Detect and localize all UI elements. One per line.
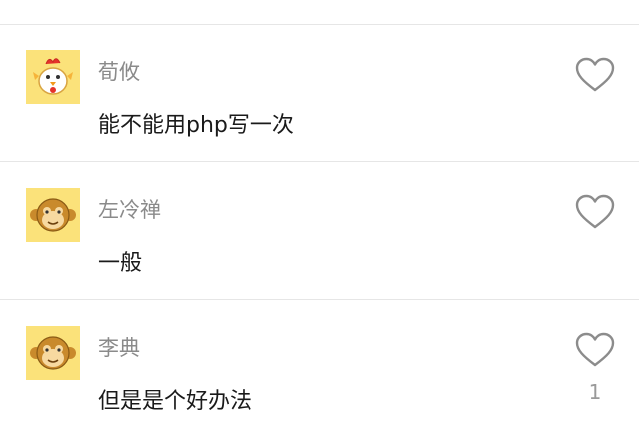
comment-username[interactable]: 李典	[98, 332, 140, 362]
heart-icon	[575, 332, 615, 367]
avatar[interactable]	[26, 50, 80, 104]
monkey-avatar-icon	[26, 188, 80, 242]
like-button[interactable]	[574, 193, 616, 231]
like-button[interactable]	[574, 56, 616, 94]
comment-content: 一般	[98, 251, 143, 276]
comment-username[interactable]: 左冷禅	[98, 194, 161, 224]
heart-icon	[575, 57, 615, 92]
top-divider	[0, 24, 639, 25]
like-count: 1	[588, 380, 602, 404]
heart-icon	[575, 194, 615, 229]
rooster-avatar-icon	[26, 50, 80, 104]
avatar[interactable]	[26, 326, 80, 380]
avatar[interactable]	[26, 188, 80, 242]
like-button[interactable]	[574, 331, 616, 369]
comment-content: 能不能用php写一次	[98, 113, 294, 138]
comment-content: 但是是个好办法	[98, 389, 253, 414]
monkey-avatar-icon	[26, 326, 80, 380]
comment-divider	[0, 299, 639, 300]
comment-username[interactable]: 荀攸	[98, 56, 140, 86]
comment-divider	[0, 161, 639, 162]
